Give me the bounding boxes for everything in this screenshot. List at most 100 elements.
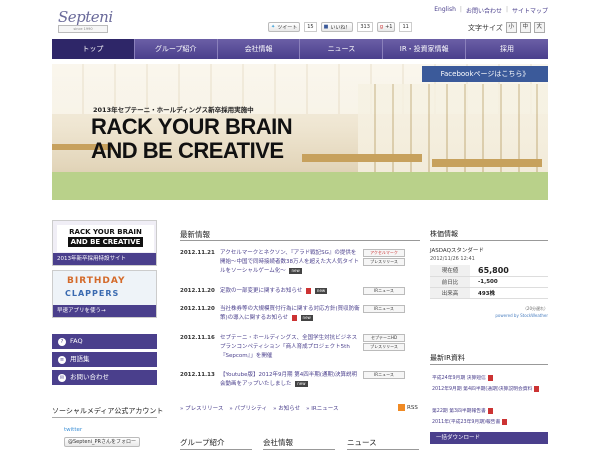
- twitter-follow-button[interactable]: @Septeni_PRさんをフォロー: [64, 437, 141, 447]
- news-bottom-title: ニュース: [347, 438, 377, 447]
- news-tags: セプテーニHD プレスリリース: [363, 334, 405, 361]
- news-link[interactable]: 当社株券等の大規模買付行為に関する対応方針(買収防衛策)の導入に関するお知らせ …: [220, 305, 360, 323]
- nav-recruit[interactable]: 採用: [466, 39, 548, 59]
- news-text: 当社株券等の大規模買付行為に関する対応方針(買収防衛策)の導入に関するお知らせ: [220, 306, 360, 321]
- notice-link[interactable]: » お知らせ: [273, 404, 300, 412]
- table-row: 現在値 65,800: [430, 265, 548, 277]
- glossary-button[interactable]: ≡ 用語集: [52, 352, 157, 367]
- font-size-medium-button[interactable]: 中: [519, 22, 531, 33]
- bday-banner-line2: CLAPPERS: [65, 289, 120, 298]
- plusone-button[interactable]: g +1: [376, 22, 396, 32]
- news-text: 定款の一部変更に関するお知らせ: [220, 288, 303, 294]
- septeni-logo[interactable]: Septeni since 1990: [58, 8, 113, 36]
- news-link[interactable]: アクセルマークとネクソン、『アラド戦記SG』の提供を開始～中国で同時接続者数38…: [220, 249, 360, 276]
- hero-title-line2: AND BE CREATIVE: [91, 138, 284, 163]
- ir-doc-label: 2012年9月期 第4四半期(通期)決算説明会資料: [432, 387, 533, 392]
- stock-section-title: 株価情報: [430, 230, 458, 238]
- news-date: 2012.11.16: [180, 335, 215, 341]
- recruit-banner-line2: AND BE CREATIVE: [67, 237, 144, 247]
- divider: [430, 364, 548, 365]
- new-badge: new: [295, 381, 308, 387]
- ir-doc-label: 2011年(平成23年9月期)報告書: [432, 420, 501, 425]
- news-date: 2012.11.13: [180, 372, 215, 378]
- hero-floor: [52, 172, 548, 200]
- top-utility-links: English | お問い合わせ | サイトマップ: [434, 6, 548, 15]
- news-tag[interactable]: セプテーニHD: [363, 334, 405, 342]
- birthday-clappers-banner[interactable]: BIRTHDAY CLAPPERS 早速アプリを使う→: [52, 270, 157, 318]
- divider: |: [459, 6, 462, 13]
- ir-doc-link[interactable]: 平成24年9月期 決算短信: [432, 374, 493, 381]
- rss-link[interactable]: RSS: [398, 404, 418, 411]
- rss-icon: [398, 404, 405, 411]
- stock-label: 出来高: [430, 287, 470, 299]
- font-size-small-button[interactable]: 小: [505, 22, 517, 33]
- news-tag[interactable]: IRニュース: [363, 287, 405, 295]
- hero-desk: [432, 159, 542, 167]
- nav-news[interactable]: ニュース: [300, 39, 384, 59]
- news-tags: アクセルマーク プレスリリース: [363, 249, 405, 276]
- plusone-label: +1: [385, 24, 393, 30]
- book-icon: ≡: [58, 355, 66, 364]
- press-release-link[interactable]: » プレスリリース: [180, 404, 223, 412]
- stock-delay-note: （20分遅れ）: [522, 306, 548, 311]
- news-link[interactable]: 【Youtube版】2012年9月期 第4四半期(通期)決算説明会動画をアップい…: [220, 371, 360, 389]
- tweet-button[interactable]: ✦ ツイート: [268, 22, 301, 32]
- news-tag[interactable]: プレスリリース: [363, 258, 405, 266]
- news-item: 2012.11.20 定款の一部変更に関するお知らせ new IRニュース: [180, 287, 425, 296]
- recruit-site-banner[interactable]: RACK YOUR BRAIN AND BE CREATIVE 2013年新卒採…: [52, 220, 157, 266]
- divider: [430, 240, 548, 241]
- bday-banner-caption: 早速アプリを使う→: [53, 305, 156, 317]
- nav-group[interactable]: グループ紹介: [135, 39, 218, 59]
- tweet-count: 15: [304, 22, 317, 32]
- like-button[interactable]: ■ いいね！: [320, 22, 354, 32]
- pdf-icon: [534, 385, 540, 392]
- nav-top[interactable]: トップ: [52, 39, 135, 59]
- news-item: 2012.11.21 アクセルマークとネクソン、『アラド戦記SG』の提供を開始～…: [180, 249, 425, 276]
- stock-value: 493株: [470, 287, 548, 299]
- divider: [180, 449, 252, 450]
- ir-doc-link[interactable]: 第22期 第3四半期報告書: [432, 407, 493, 414]
- news-tag[interactable]: IRニュース: [363, 371, 405, 379]
- news-item: 2012.11.20 当社株券等の大規模買付行為に関する対応方針(買収防衛策)の…: [180, 305, 425, 323]
- nav-ir[interactable]: IR・投資家情報: [383, 39, 467, 59]
- news-date: 2012.11.21: [180, 250, 215, 256]
- news-tag[interactable]: プレスリリース: [363, 343, 405, 351]
- hero-title-line1: RACK YOUR BRAIN: [91, 114, 293, 139]
- table-row: 出来高 493株: [430, 287, 548, 299]
- sitemap-link[interactable]: サイトマップ: [512, 6, 548, 15]
- publicity-link[interactable]: » パブリシティ: [229, 404, 267, 412]
- facebook-page-link[interactable]: Facebookページはこちら》: [422, 66, 548, 82]
- ir-doc-link[interactable]: 2012年9月期 第4四半期(通期)決算説明会資料: [432, 385, 540, 392]
- contact-button[interactable]: ✉ お問い合わせ: [52, 370, 157, 385]
- tweet-label: ツイート: [277, 24, 298, 31]
- divider: [52, 417, 157, 418]
- font-size-large-button[interactable]: 大: [533, 22, 545, 33]
- pdf-icon: [487, 374, 493, 381]
- ir-news-label: IRニュース: [311, 406, 339, 412]
- news-link[interactable]: セプテーニ・ホールディングス、全国学生対抗ビジネスプランコンペティション「商人育…: [220, 334, 360, 361]
- rss-label: RSS: [407, 404, 418, 411]
- nav-company[interactable]: 会社情報: [218, 39, 301, 59]
- ir-doc-link[interactable]: 2011年(平成23年9月期)報告書: [432, 418, 508, 425]
- logo-text: Septeni: [58, 8, 113, 26]
- divider: |: [505, 6, 508, 13]
- bulk-download-button[interactable]: 一括ダウンロード: [430, 432, 548, 444]
- logo-tagline: since 1990: [58, 25, 108, 33]
- like-label: いいね！: [330, 24, 351, 31]
- news-section-title: 最新情報: [180, 230, 210, 239]
- new-badge: new: [300, 315, 313, 321]
- news-link[interactable]: 定款の一部変更に関するお知らせ new: [220, 287, 360, 296]
- stock-powered-by[interactable]: powered by StockWeather: [430, 313, 548, 318]
- contact-link[interactable]: お問い合わせ: [466, 6, 502, 15]
- news-tag[interactable]: IRニュース: [363, 305, 405, 313]
- stock-table: 現在値 65,800 前日比 -1,500 出来高 493株: [430, 265, 548, 299]
- recruit-banner-line1: RACK YOUR BRAIN: [69, 228, 142, 236]
- news-tag[interactable]: アクセルマーク: [363, 249, 405, 257]
- recruit-banner-art: RACK YOUR BRAIN AND BE CREATIVE: [57, 225, 154, 252]
- english-link[interactable]: English: [434, 6, 456, 15]
- ir-news-link[interactable]: » IRニュース: [306, 404, 338, 412]
- group-section-title: グループ紹介: [180, 438, 225, 447]
- facebook-icon: ■: [323, 24, 329, 30]
- faq-button[interactable]: ? FAQ: [52, 334, 157, 349]
- news-tags: IRニュース: [363, 287, 405, 296]
